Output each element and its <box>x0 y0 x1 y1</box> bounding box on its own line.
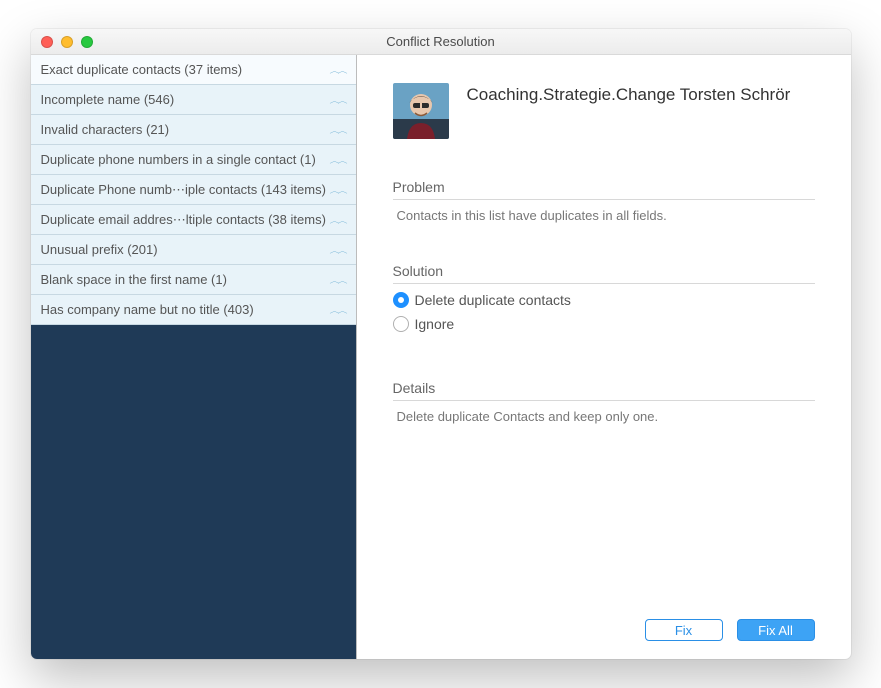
sidebar-item-7[interactable]: Blank space in the first name (1) ︿︿ <box>31 265 356 295</box>
details-text: Delete duplicate Contacts and keep only … <box>393 409 815 424</box>
sidebar-item-4[interactable]: Duplicate Phone numb⋯iple contacts (143 … <box>31 175 356 205</box>
solution-option-label: Ignore <box>415 316 455 332</box>
contact-header: Coaching.Strategie.Change Torsten Schrör <box>393 83 815 139</box>
sidebar-item-label: Invalid characters (21) <box>41 122 170 137</box>
collapse-icon: ︿︿ <box>330 274 346 285</box>
sidebar-item-label: Has company name but no title (403) <box>41 302 254 317</box>
sidebar: Exact duplicate contacts (37 items)︿︿Inc… <box>31 55 357 659</box>
sidebar-item-label: Unusual prefix (201) <box>41 242 158 257</box>
window-title: Conflict Resolution <box>31 34 851 49</box>
contact-name: Coaching.Strategie.Change Torsten Schrör <box>467 85 791 105</box>
problem-heading: Problem <box>393 179 815 200</box>
fix-all-button[interactable]: Fix All <box>737 619 815 641</box>
close-window-button[interactable] <box>41 36 53 48</box>
details-heading: Details <box>393 380 815 401</box>
collapse-icon: ︿︿ <box>330 184 346 195</box>
sidebar-item-2[interactable]: Invalid characters (21) ︿︿ <box>31 115 356 145</box>
sidebar-item-label: Blank space in the first name (1) <box>41 272 227 287</box>
sidebar-item-6[interactable]: Unusual prefix (201) ︿︿ <box>31 235 356 265</box>
sidebar-item-label: Duplicate email addres⋯ltiple contacts (… <box>41 212 326 228</box>
content-pane: Coaching.Strategie.Change Torsten Schrör… <box>357 55 851 659</box>
collapse-icon: ︿︿ <box>330 244 346 255</box>
zoom-window-button[interactable] <box>81 36 93 48</box>
sidebar-item-3[interactable]: Duplicate phone numbers in a single cont… <box>31 145 356 175</box>
avatar <box>393 83 449 139</box>
radio-icon <box>393 292 409 308</box>
solution-option-0[interactable]: Delete duplicate contacts <box>393 292 815 308</box>
sidebar-item-label: Duplicate phone numbers in a single cont… <box>41 152 316 167</box>
radio-icon <box>393 316 409 332</box>
problem-section: Problem Contacts in this list have dupli… <box>393 179 815 223</box>
window: Conflict Resolution Exact duplicate cont… <box>31 29 851 659</box>
details-section: Details Delete duplicate Contacts and ke… <box>393 380 815 424</box>
sidebar-item-label: Incomplete name (546) <box>41 92 175 107</box>
problem-text: Contacts in this list have duplicates in… <box>393 208 815 223</box>
window-body: Exact duplicate contacts (37 items)︿︿Inc… <box>31 55 851 659</box>
solution-option-label: Delete duplicate contacts <box>415 292 571 308</box>
sidebar-item-5[interactable]: Duplicate email addres⋯ltiple contacts (… <box>31 205 356 235</box>
solution-option-1[interactable]: Ignore <box>393 316 815 332</box>
sidebar-item-label: Duplicate Phone numb⋯iple contacts (143 … <box>41 182 326 198</box>
fix-button[interactable]: Fix <box>645 619 723 641</box>
sidebar-item-1[interactable]: Incomplete name (546) ︿︿ <box>31 85 356 115</box>
titlebar: Conflict Resolution <box>31 29 851 55</box>
collapse-icon: ︿︿ <box>330 214 346 225</box>
collapse-icon: ︿︿ <box>330 154 346 165</box>
collapse-icon: ︿︿ <box>330 94 346 105</box>
sidebar-item-8[interactable]: Has company name but no title (403) ︿︿ <box>31 295 356 325</box>
collapse-icon: ︿︿ <box>330 64 346 75</box>
minimize-window-button[interactable] <box>61 36 73 48</box>
footer: Fix Fix All <box>393 607 815 641</box>
collapse-icon: ︿︿ <box>330 124 346 135</box>
window-controls <box>31 36 93 48</box>
sidebar-item-0[interactable]: Exact duplicate contacts (37 items) ︿︿ <box>31 55 356 85</box>
collapse-icon: ︿︿ <box>330 304 346 315</box>
sidebar-item-label: Exact duplicate contacts (37 items) <box>41 62 243 77</box>
solution-section: Solution Delete duplicate contacts Ignore <box>393 263 815 340</box>
solution-heading: Solution <box>393 263 815 284</box>
